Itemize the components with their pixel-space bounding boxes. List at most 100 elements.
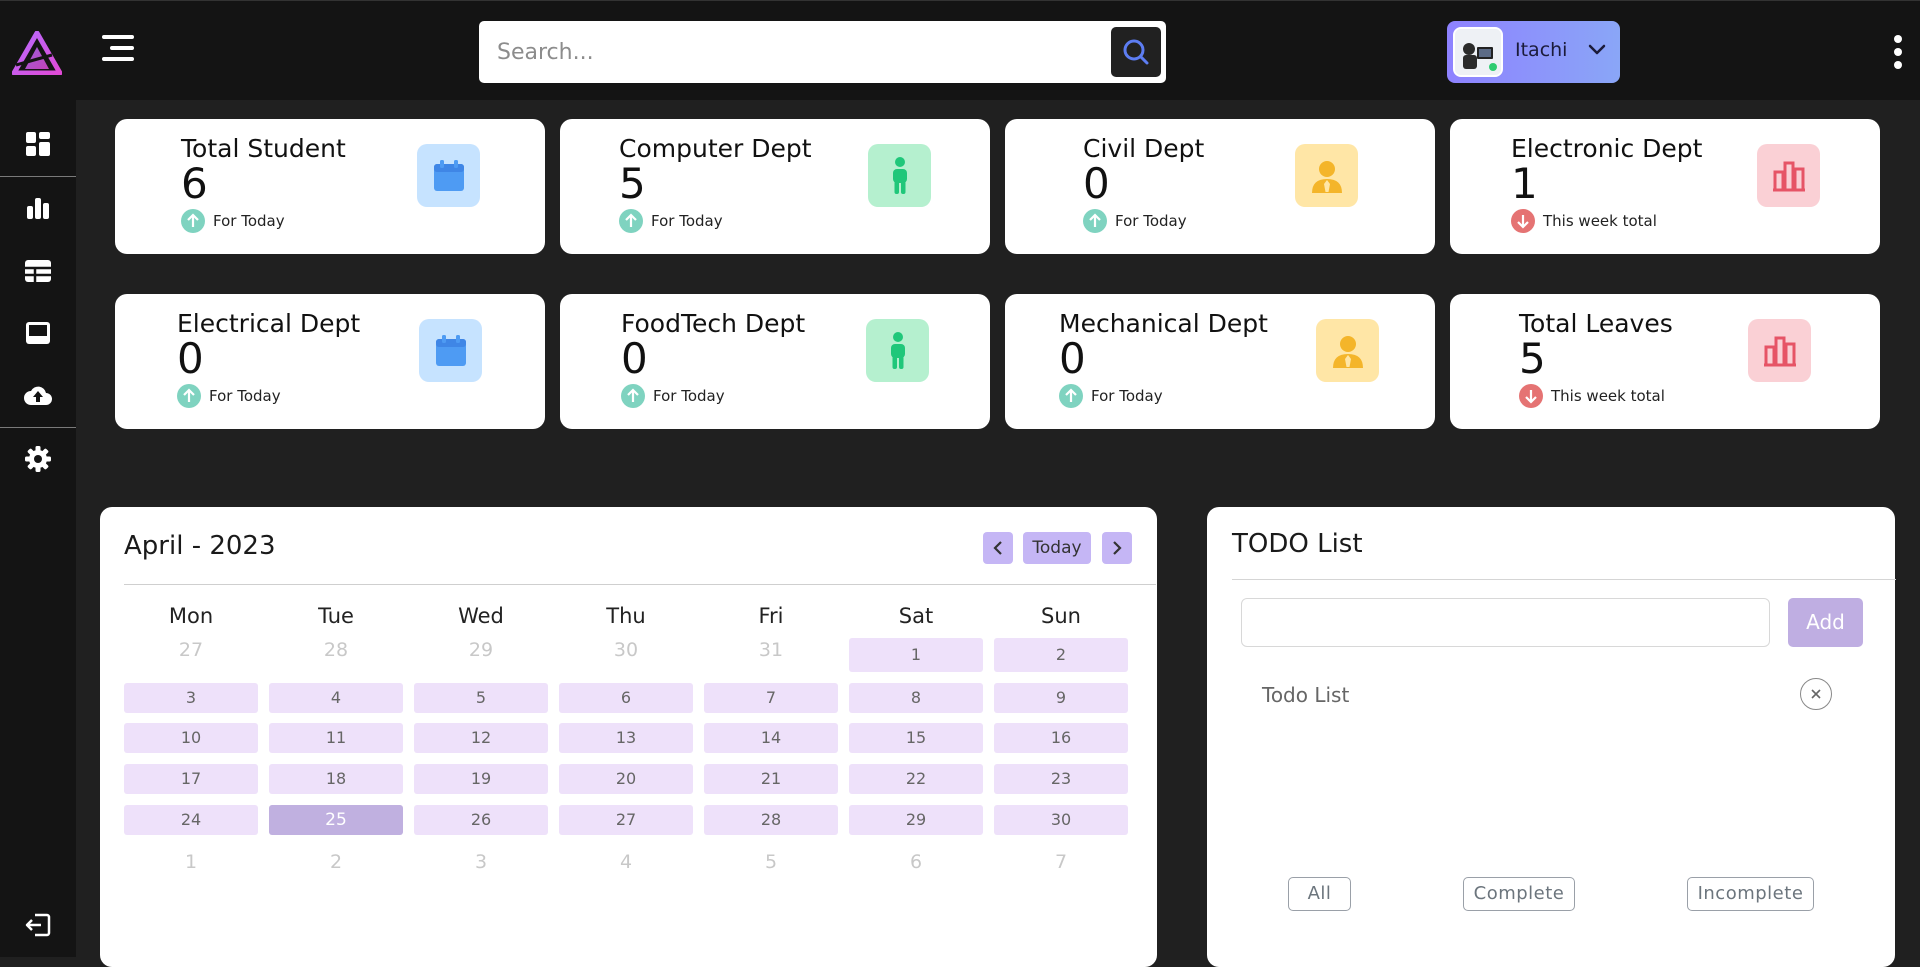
calendar-day[interactable]: 3: [124, 683, 258, 713]
cloud-upload-icon: [24, 386, 52, 405]
sidebar-item-logout[interactable]: [0, 896, 76, 954]
card-value: 1: [1511, 159, 1538, 208]
card-subtitle: For Today: [177, 384, 281, 408]
calendar-day-outside[interactable]: 7: [994, 847, 1128, 877]
bar-chart-icon: [27, 198, 49, 219]
todo-title: TODO List: [1232, 529, 1363, 559]
sidebar-item-tables[interactable]: [0, 242, 76, 300]
sidebar-item-display[interactable]: [0, 304, 76, 362]
sidebar-item-upload[interactable]: [0, 366, 76, 424]
sidebar-item-charts[interactable]: [0, 179, 76, 237]
calendar-day-outside[interactable]: 2: [269, 847, 403, 877]
remove-todo-button[interactable]: [1800, 678, 1832, 710]
calendar-day-outside[interactable]: 30: [559, 635, 693, 665]
add-todo-button[interactable]: Add: [1788, 598, 1863, 647]
calendar-day[interactable]: 26: [414, 805, 548, 835]
calendar-day[interactable]: 11: [269, 723, 403, 753]
today-button[interactable]: Today: [1023, 532, 1091, 564]
calendar-day[interactable]: 9: [994, 683, 1128, 713]
card-subtitle: For Today: [181, 209, 285, 233]
calendar-day-outside[interactable]: 3: [414, 847, 548, 877]
todo-panel: TODO List Add Todo List All Complete Inc…: [1207, 507, 1896, 967]
calendar-day[interactable]: 19: [414, 764, 548, 794]
card-subtitle: This week total: [1519, 384, 1665, 408]
logo-icon[interactable]: [11, 30, 63, 76]
filter-complete-button[interactable]: Complete: [1463, 877, 1575, 911]
weekday-header: Sun: [1041, 604, 1081, 628]
card-value: 5: [1519, 334, 1546, 383]
calendar-day-outside[interactable]: 31: [704, 635, 838, 665]
weekday-header: Thu: [606, 604, 646, 628]
card-subtitle-text: For Today: [209, 387, 281, 405]
calendar-day[interactable]: 18: [269, 764, 403, 794]
calendar-day[interactable]: 4: [269, 683, 403, 713]
card-subtitle-text: For Today: [1091, 387, 1163, 405]
todo-item: Todo List: [1262, 683, 1350, 707]
calendar-day[interactable]: 15: [849, 723, 983, 753]
calendar-day[interactable]: 16: [994, 723, 1128, 753]
calendar-icon: [417, 144, 480, 207]
arrow-up-icon: [1083, 209, 1107, 233]
card-value: 0: [1059, 334, 1086, 383]
calendar-day[interactable]: 7: [704, 683, 838, 713]
avatar: [1453, 27, 1503, 77]
card-title: Mechanical Dept: [1059, 309, 1268, 338]
monitor-icon: [26, 322, 50, 344]
card-subtitle: For Today: [621, 384, 725, 408]
calendar-day[interactable]: 29: [849, 805, 983, 835]
calendar-day[interactable]: 17: [124, 764, 258, 794]
search-button[interactable]: [1111, 27, 1161, 77]
kebab-icon[interactable]: [1888, 33, 1908, 71]
calendar-day[interactable]: 21: [704, 764, 838, 794]
calendar-day[interactable]: 20: [559, 764, 693, 794]
calendar-day[interactable]: 23: [994, 764, 1128, 794]
sidebar-divider: [0, 427, 76, 428]
card-subtitle-text: For Today: [651, 212, 723, 230]
search-bar: [479, 21, 1166, 83]
stat-card: Mechanical Dept 0 For Today: [1005, 294, 1435, 429]
card-value: 0: [621, 334, 648, 383]
card-subtitle-text: For Today: [213, 212, 285, 230]
calendar-day[interactable]: 12: [414, 723, 548, 753]
calendar-day-outside[interactable]: 1: [124, 847, 258, 877]
card-value: 6: [181, 159, 208, 208]
calendar-day-today[interactable]: 25: [269, 805, 403, 835]
calendar-day[interactable]: 14: [704, 723, 838, 753]
stat-card: Total Leaves 5 This week total: [1450, 294, 1880, 429]
calendar-day[interactable]: 2: [994, 638, 1128, 672]
calendar-day[interactable]: 8: [849, 683, 983, 713]
hamburger-icon[interactable]: [102, 33, 138, 63]
filter-incomplete-button[interactable]: Incomplete: [1687, 877, 1814, 911]
next-month-button[interactable]: [1102, 532, 1132, 564]
calendar-day[interactable]: 27: [559, 805, 693, 835]
calendar-day[interactable]: 28: [704, 805, 838, 835]
calendar-day[interactable]: 10: [124, 723, 258, 753]
stat-card: Computer Dept 5 For Today: [560, 119, 990, 254]
calendar-day-outside[interactable]: 6: [849, 847, 983, 877]
filter-all-button[interactable]: All: [1288, 877, 1351, 911]
sidebar-item-dashboard[interactable]: [0, 115, 76, 173]
calendar-day[interactable]: 30: [994, 805, 1128, 835]
calendar-day-outside[interactable]: 4: [559, 847, 693, 877]
calendar-day-outside[interactable]: 27: [124, 635, 258, 665]
calendar-day[interactable]: 6: [559, 683, 693, 713]
person-icon: [868, 144, 931, 207]
calendar-day[interactable]: 5: [414, 683, 548, 713]
user-menu[interactable]: Itachi: [1447, 21, 1620, 83]
dashboard-icon: [26, 132, 50, 156]
calendar-day-outside[interactable]: 29: [414, 635, 548, 665]
calendar-day-outside[interactable]: 5: [704, 847, 838, 877]
todo-input[interactable]: [1241, 598, 1770, 647]
calendar-day-outside[interactable]: 28: [269, 635, 403, 665]
search-input[interactable]: [497, 31, 1077, 73]
calendar-day[interactable]: 24: [124, 805, 258, 835]
top-bar: Itachi: [0, 0, 1920, 100]
sidebar-item-settings[interactable]: [0, 430, 76, 488]
calendar-divider: [124, 584, 1156, 585]
arrow-up-icon: [619, 209, 643, 233]
prev-month-button[interactable]: [983, 532, 1013, 564]
calendar-day[interactable]: 22: [849, 764, 983, 794]
calendar-day[interactable]: 1: [849, 638, 983, 672]
calendar-day[interactable]: 13: [559, 723, 693, 753]
card-subtitle: For Today: [1083, 209, 1187, 233]
